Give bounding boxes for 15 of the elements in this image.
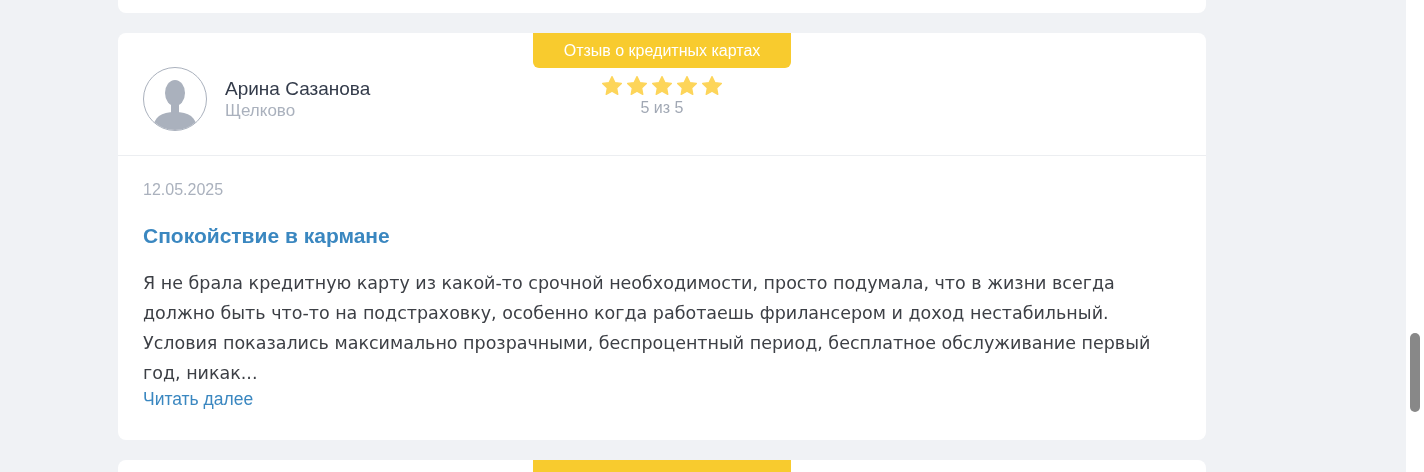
review-date: 12.05.2025 — [143, 180, 225, 200]
star-icon — [651, 75, 673, 97]
star-icon — [626, 75, 648, 97]
star-icon — [676, 75, 698, 97]
review-text: Я не брала кредитную карту из какой-то срочной необходимости, просто подумала, что в жизни всегда должно быть что-то на подстраховку, особенно когда работаешь фрилансером и доход нестабильный. Условия показались максимально прозрачными, беспроцентный период, бесплатное обслуживание первый год, никак... — [143, 272, 1152, 385]
scrollbar-thumb[interactable] — [1410, 333, 1420, 412]
avatar-icon — [143, 67, 207, 131]
star-icon — [601, 75, 623, 97]
author-name: Арина Сазанова — [225, 77, 371, 101]
rating-text: 5 из 5 — [640, 99, 684, 117]
read-more-link[interactable]: Читать далее — [143, 388, 254, 410]
star-icon — [701, 75, 723, 97]
author-city: Щелково — [225, 101, 297, 121]
category-badge: Отзыв о кредитных картах — [533, 33, 791, 68]
review-title: Спокойствие в кармане — [143, 223, 391, 249]
